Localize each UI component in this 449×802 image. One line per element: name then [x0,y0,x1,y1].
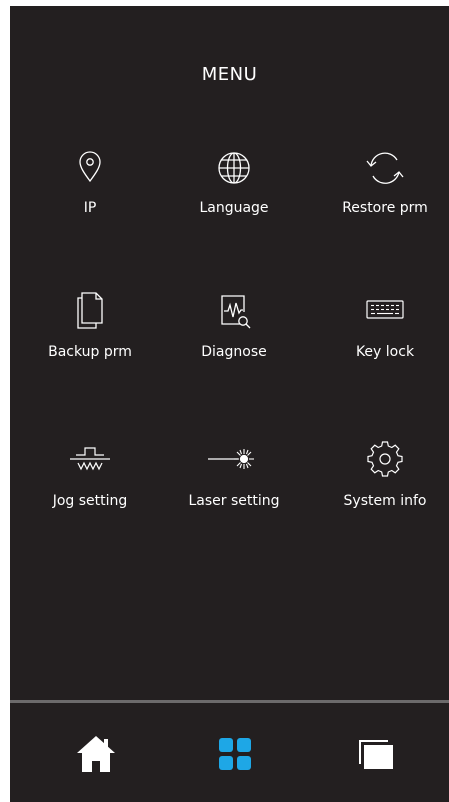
app-screen: MENU IP Language Restore prm Backup prm … [10,6,449,802]
menu-item-label: Diagnose [201,344,267,360]
diagnose-waveform-icon [212,288,256,332]
page-title: MENU [201,64,258,85]
gear-icon [363,437,407,481]
nav-home-button[interactable] [71,729,121,779]
menu-item-restore-prm[interactable]: Restore prm [312,144,449,234]
menu-item-label: IP [83,200,97,216]
menu-item-label: Jog setting [52,493,128,509]
copy-documents-icon [68,288,112,332]
jog-pulse-icon [68,437,112,481]
menu-item-diagnose[interactable]: Diagnose [161,288,307,378]
menu-item-label: System info [343,493,427,509]
menu-item-label: Backup prm [48,344,132,360]
menu-item-jog-setting[interactable]: Jog setting [17,437,163,527]
bottom-nav [10,703,449,802]
grid-menu-icon [219,738,251,770]
refresh-icon [363,144,407,188]
menu-item-system-info[interactable]: System info [312,437,449,527]
keyboard-icon [363,288,407,332]
nav-menu-button[interactable] [210,729,260,779]
menu-item-label: Key lock [355,344,415,360]
menu-item-key-lock[interactable]: Key lock [312,288,449,378]
menu-item-label: Restore prm [342,200,428,216]
menu-item-label: Language [199,200,269,216]
globe-icon [212,144,256,188]
menu-item-ip[interactable]: IP [17,144,163,234]
menu-item-language[interactable]: Language [161,144,307,234]
location-pin-icon [68,144,112,188]
nav-windows-button[interactable] [351,729,401,779]
menu-item-label: Laser setting [188,493,280,509]
menu-item-backup-prm[interactable]: Backup prm [17,288,163,378]
windows-stack-icon [359,740,393,769]
home-icon [77,736,115,772]
laser-beam-icon [208,437,256,481]
menu-item-laser-setting[interactable]: Laser setting [161,437,307,527]
